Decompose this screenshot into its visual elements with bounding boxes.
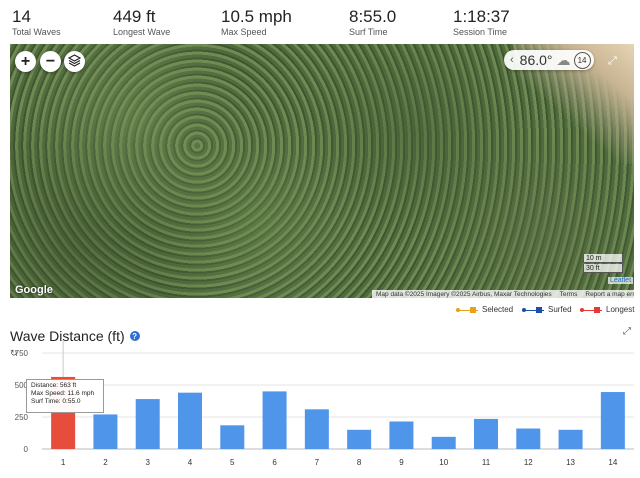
x-tick-label: 8 (357, 458, 362, 467)
stat-longest-wave: 449 ft Longest Wave (113, 7, 171, 38)
bar-wave-10[interactable] (431, 436, 456, 449)
leaflet-link[interactable]: Leaflet (608, 277, 634, 284)
x-tick-label: 11 (482, 458, 491, 467)
bar-wave-3[interactable] (135, 399, 160, 449)
stat-surf-time: 8:55.0 Surf Time (349, 7, 397, 38)
x-tick-label: 9 (399, 458, 404, 467)
map-attribution: Map data ©2025 Imagery ©2025 Airbus, Max… (372, 290, 634, 298)
report-map-error-link[interactable]: Report a map error (581, 290, 634, 298)
stat-value: 14 (12, 7, 31, 26)
legend-longest[interactable]: Longest (580, 305, 634, 314)
legend-label: Selected (482, 305, 514, 314)
map-data-text: Map data ©2025 Imagery ©2025 Airbus, Max… (376, 291, 552, 298)
bar-wave-9[interactable] (389, 421, 414, 449)
x-tick-label: 12 (524, 458, 533, 467)
stat-max-speed: 10.5 mph Max Speed (221, 7, 292, 38)
legend-longest-icon (580, 306, 602, 314)
zoom-in-button[interactable]: + (15, 51, 36, 72)
cloud-icon: ☁ (556, 51, 571, 68)
reset-zoom-icon[interactable]: ↻ (10, 348, 18, 359)
layers-button[interactable] (64, 51, 85, 72)
x-tick-label: 3 (145, 458, 150, 467)
bar-wave-7[interactable] (304, 409, 329, 449)
layers-icon (67, 53, 82, 70)
stat-label: Total Waves (12, 27, 61, 37)
legend-surfed[interactable]: Surfed (522, 305, 572, 314)
x-tick-label: 4 (188, 458, 193, 467)
stat-label: Longest Wave (113, 27, 171, 37)
scale-feet: 30 ft (583, 264, 623, 273)
stat-label: Surf Time (349, 27, 388, 37)
bar-wave-8[interactable] (347, 429, 372, 449)
x-tick-label: 1 (61, 458, 66, 467)
stat-value: 10.5 mph (221, 7, 292, 26)
tooltip-max-speed: Max Speed: 11.6 mph (31, 390, 95, 397)
legend-surfed-icon (522, 306, 544, 314)
bar-wave-5[interactable] (220, 425, 245, 449)
x-tick-label: 2 (103, 458, 108, 467)
satellite-map[interactable]: + − ‹ 86.0° ☁ 14 ⤢ 10 m 30 ft Leaflet Go… (10, 44, 634, 298)
legend-label: Longest (606, 305, 635, 314)
stat-total-waves: 14 Total Waves (12, 7, 61, 38)
y-tick-label: 250 (15, 413, 29, 422)
legend-selected-icon (456, 306, 478, 314)
google-logo: Google (15, 284, 53, 296)
stat-value: 449 ft (113, 7, 156, 26)
x-tick-label: 13 (566, 458, 575, 467)
stat-session-time: 1:18:37 Session Time (453, 7, 510, 38)
wind-indicator: 14 (573, 51, 591, 69)
x-tick-label: 7 (315, 458, 320, 467)
x-tick-label: 5 (230, 458, 235, 467)
bar-wave-12[interactable] (516, 428, 541, 449)
terms-link[interactable]: Terms (556, 290, 582, 298)
chart-expand-icon[interactable]: ⤢ (623, 326, 631, 337)
legend-selected[interactable]: Selected (456, 305, 513, 314)
tooltip-surf-time: Surf Time: 0:55.0 (31, 398, 81, 405)
legend-label: Surfed (548, 305, 572, 314)
bar-wave-14[interactable] (600, 392, 625, 449)
stat-value: 8:55.0 (349, 7, 397, 26)
bar-wave-6[interactable] (262, 391, 287, 449)
zoom-out-button[interactable]: − (40, 51, 61, 72)
stat-label: Max Speed (221, 27, 267, 37)
stat-value: 1:18:37 (453, 7, 510, 26)
bar-tooltip: Distance: 563 ft Max Speed: 11.6 mph Sur… (26, 379, 104, 413)
stat-label: Session Time (453, 27, 508, 37)
weather-widget[interactable]: ‹ 86.0° ☁ 14 (504, 50, 594, 70)
bar-wave-11[interactable] (474, 418, 498, 449)
stats-bar: 14 Total Waves 449 ft Longest Wave 10.5 … (0, 0, 640, 44)
x-tick-label: 14 (608, 458, 617, 467)
chevron-left-icon[interactable]: ‹ (510, 54, 514, 66)
bar-wave-13[interactable] (558, 429, 583, 449)
tooltip-distance: Distance: 563 ft (31, 382, 77, 389)
x-tick-label: 10 (439, 458, 448, 467)
weather-temperature: 86.0° (519, 52, 553, 68)
x-tick-label: 6 (272, 458, 277, 467)
fullscreen-icon[interactable]: ⤢ (608, 55, 617, 68)
bar-wave-4[interactable] (178, 392, 202, 449)
y-tick-label: 0 (24, 445, 29, 454)
scale-meters: 10 m (583, 254, 623, 263)
bar-wave-2[interactable] (93, 414, 118, 449)
